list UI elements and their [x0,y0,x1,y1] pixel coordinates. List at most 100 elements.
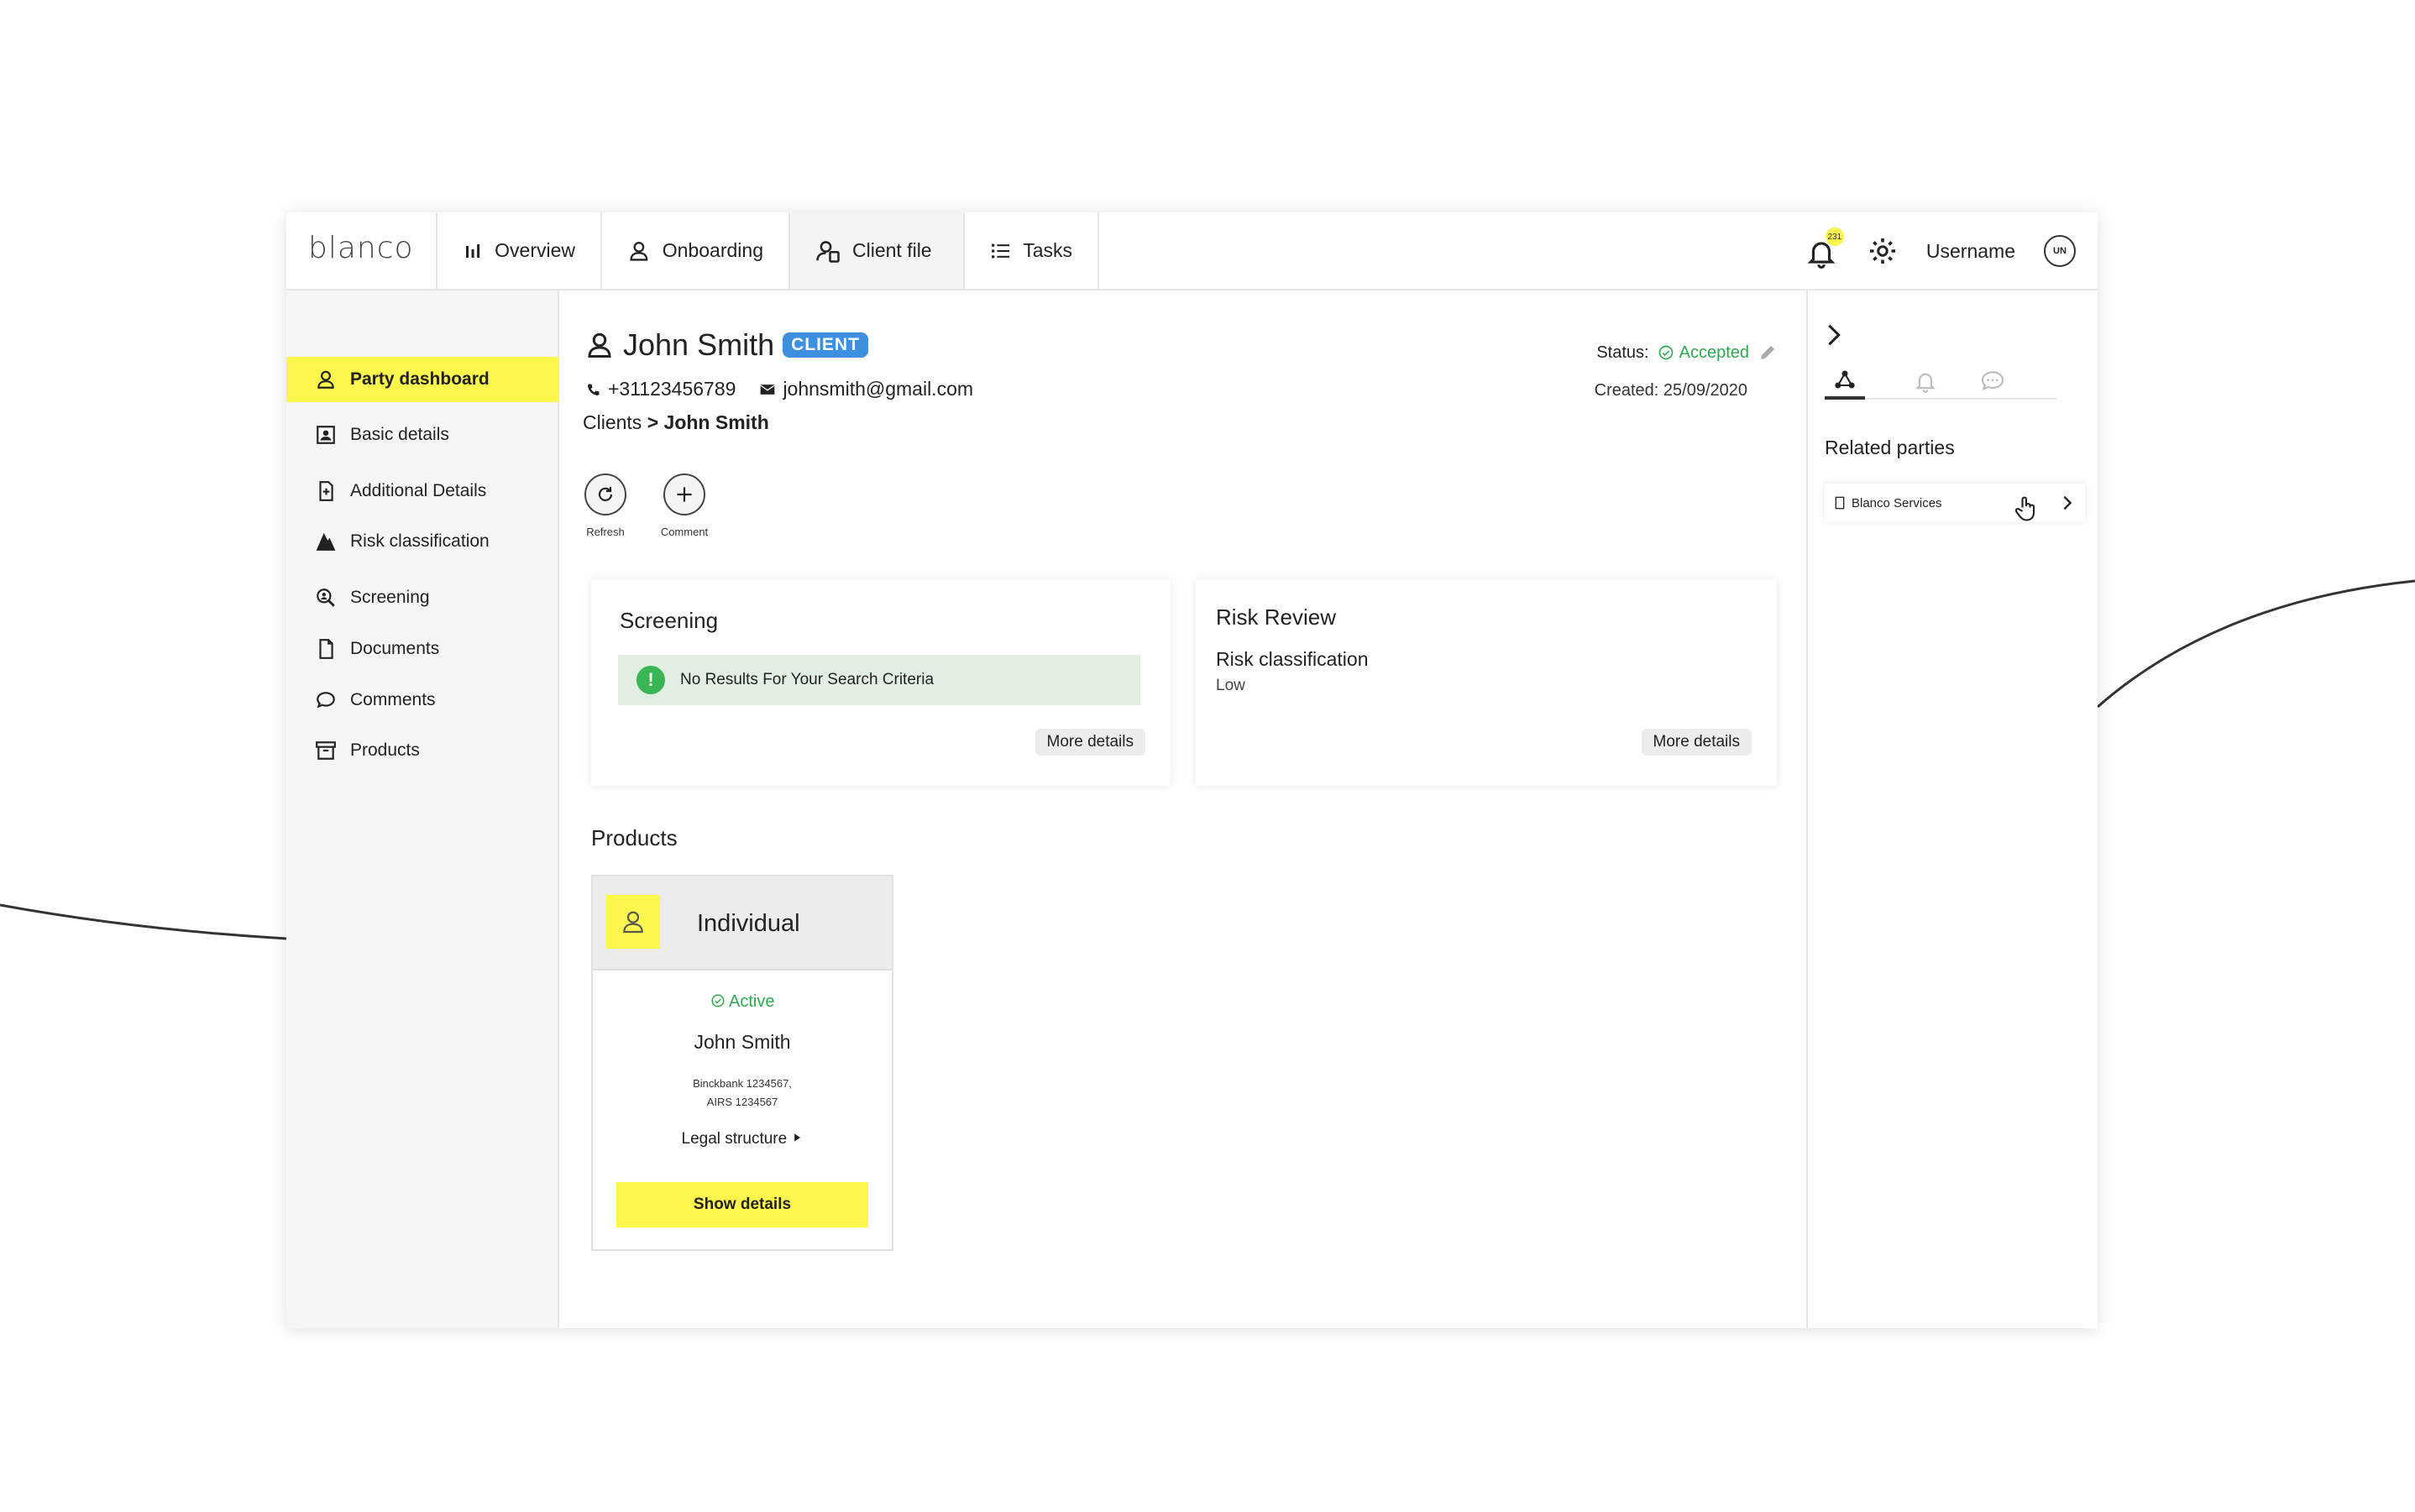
party-header: John Smith CLIENT [584,327,868,363]
product-account-line: AIRS 1234567 [706,1096,778,1108]
screening-alert-text: No Results For Your Search Criteria [680,671,935,688]
id-card-icon [317,426,335,444]
related-party-item[interactable]: Blanco Services [1825,484,2085,522]
notifications-button[interactable]: 231 [1805,228,1844,269]
envelope-icon [760,384,776,395]
product-accounts: Binckbank 1234567, AIRS 1234567 [593,1075,892,1112]
breadcrumb-current: John Smith [663,411,769,433]
tab-client-file-label: Client file [852,239,932,261]
products-title: Products [591,825,678,850]
contact-info: +31123456789 johnsmith@gmail.com [586,378,973,400]
bar-chart-icon [466,243,480,258]
screening-title: Screening [620,608,719,633]
top-right-controls: 231 Username UN [1805,228,2076,275]
status-badge: Accepted [1658,343,1749,363]
logo: blanco [308,231,414,265]
sidebar-item-basic-details[interactable]: Basic details [286,412,559,458]
sidebar-item-label: Comments [350,690,436,709]
hand-cursor-icon [2014,496,2035,521]
chevron-right-icon[interactable] [1820,321,1848,349]
sidebar-item-additional-details[interactable]: Additional Details [286,468,559,514]
risk-review-title: Risk Review [1216,604,1337,630]
sidebar-item-comments[interactable]: Comments [286,678,559,723]
refresh-icon [598,487,613,501]
avatar[interactable]: UN [2044,235,2076,267]
network-icon [1835,370,1855,389]
product-card-header: Individual [593,876,892,971]
gear-icon[interactable] [1868,236,1898,266]
document-plus-icon [319,481,333,501]
notification-count-badge: 231 [1825,228,1844,246]
tab-notifications[interactable] [1905,363,1946,400]
main-content: John Smith CLIENT +31123456789 johnsmith… [559,290,1806,1328]
refresh-circle [584,473,626,515]
phone-contact[interactable]: +31123456789 [586,378,736,400]
comment-icon [317,692,335,709]
person-icon [630,241,648,261]
sidebar-item-label: Party dashboard [350,369,490,389]
comment-circle [663,473,705,515]
pencil-icon[interactable] [1758,343,1778,363]
sidebar-item-label: Screening [350,588,430,607]
tab-overview[interactable]: Overview [437,212,602,289]
email-address: johnsmith@gmail.com [783,378,974,400]
client-badge: CLIENT [783,332,868,358]
phone-icon [587,383,600,395]
tab-overview-label: Overview [495,239,575,261]
tab-comments[interactable] [1972,363,2013,400]
sidebar-item-label: Risk classification [350,531,490,551]
username-label[interactable]: Username [1926,240,2015,263]
person-icon [317,370,334,389]
sidebar-item-risk-classification[interactable]: Risk classification [286,519,559,564]
refresh-label: Refresh [586,526,625,538]
check-circle-icon [1658,345,1673,360]
comment-icon [1981,371,2004,391]
risk-review-card: Risk Review Risk classification Low More… [1196,579,1777,786]
sidebar-item-label: Basic details [350,425,449,444]
mountain-icon [316,532,336,551]
right-panel-tabs [1825,363,2056,400]
phone-number: +31123456789 [608,378,736,400]
refresh-button[interactable]: Refresh [572,473,639,538]
legal-structure-label: Legal structure [681,1130,788,1148]
caret-right-icon [794,1133,801,1142]
tab-related-parties[interactable] [1825,363,1865,400]
top-navigation-bar: blanco Overview Onboarding Client file T… [286,212,2098,290]
exclamation-icon: ! [636,666,665,694]
sidebar-item-screening[interactable]: Screening [286,575,559,620]
status-label: Status: [1596,343,1649,362]
sidebar-item-label: Additional Details [350,481,487,500]
related-party-label: Blanco Services [1852,495,1942,510]
breadcrumb-root[interactable]: Clients [583,411,642,433]
tab-tasks-label: Tasks [1023,239,1072,261]
comment-button[interactable]: Comment [651,473,718,538]
breadcrumb-separator: > [647,411,659,433]
sidebar-item-party-dashboard[interactable]: Party dashboard [286,357,559,402]
sidebar-item-products[interactable]: Products [286,728,559,773]
check-circle-icon [711,994,725,1007]
tab-onboarding-label: Onboarding [662,239,763,261]
risk-classification-label: Risk classification [1216,648,1369,670]
screening-more-details-button[interactable]: More details [1035,729,1145,756]
product-status: Active [593,992,892,1012]
sidebar-item-documents[interactable]: Documents [286,626,559,672]
person-icon [606,895,660,949]
archive-icon [316,741,336,760]
sidebar: Party dashboard Basic details Additional… [286,290,559,1328]
tab-client-file[interactable]: Client file [790,212,965,289]
tab-tasks[interactable]: Tasks [965,212,1099,289]
product-card: Individual Active John Smith Binckbank 1… [591,875,893,1251]
created-date: Created: 25/09/2020 [1594,381,1747,400]
comment-label: Comment [660,526,709,538]
legal-structure-toggle[interactable]: Legal structure [593,1130,892,1148]
search-person-icon [317,589,335,607]
list-icon [992,243,1010,258]
breadcrumb: Clients > John Smith [583,411,769,434]
risk-more-details-button[interactable]: More details [1641,729,1752,756]
product-holder-name: John Smith [694,1031,791,1053]
plus-icon [677,487,692,502]
tab-onboarding[interactable]: Onboarding [602,212,790,289]
show-details-button[interactable]: Show details [616,1182,868,1227]
logo-container[interactable]: blanco [286,212,437,289]
email-contact[interactable]: johnsmith@gmail.com [759,378,973,400]
